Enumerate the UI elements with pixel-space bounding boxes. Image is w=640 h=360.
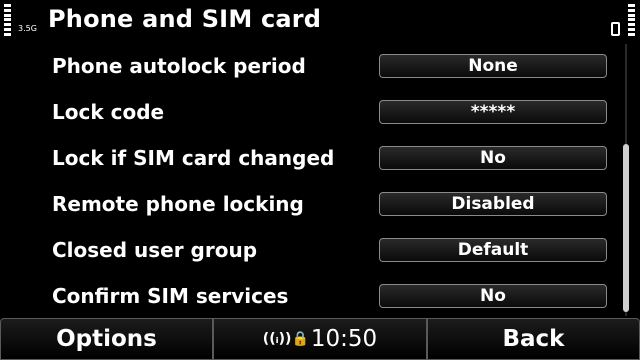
setting-row-lock-code[interactable]: Lock code *****	[0, 90, 618, 136]
back-softkey[interactable]: Back	[427, 318, 640, 360]
keypad-lock-icon	[611, 22, 620, 36]
setting-row-remote-locking[interactable]: Remote phone locking Disabled	[0, 182, 618, 228]
page-title: Phone and SIM card	[48, 5, 322, 33]
setting-label: Confirm SIM services	[52, 284, 289, 308]
battery-icon	[628, 4, 636, 36]
connection-lock-icons: ((ᵢ))🔒	[262, 331, 309, 347]
setting-row-closed-user-group[interactable]: Closed user group Default	[0, 228, 618, 274]
setting-label: Closed user group	[52, 238, 258, 262]
clock-area: ((ᵢ))🔒 10:50	[213, 318, 427, 360]
setting-value-field[interactable]: Disabled	[379, 192, 607, 216]
network-type-label: 3.5G	[18, 24, 37, 33]
title-bar: 3.5G Phone and SIM card	[0, 0, 640, 44]
setting-label: Phone autolock period	[52, 54, 306, 78]
setting-value-field[interactable]: *****	[379, 100, 607, 124]
setting-value-field[interactable]: No	[379, 146, 607, 170]
setting-value-field[interactable]: Default	[379, 238, 607, 262]
signal-strength-icon	[4, 4, 12, 36]
clock-time: 10:50	[310, 326, 378, 352]
setting-label: Lock code	[52, 100, 165, 124]
options-softkey[interactable]: Options	[0, 318, 213, 360]
setting-value-field[interactable]: None	[379, 54, 607, 78]
setting-row-confirm-sim[interactable]: Confirm SIM services No	[0, 274, 618, 320]
softkey-bar: Options ((ᵢ))🔒 10:50 Back	[0, 318, 640, 360]
scroll-thumb[interactable]	[623, 144, 629, 312]
setting-label: Remote phone locking	[52, 192, 304, 216]
setting-label: Lock if SIM card changed	[52, 146, 335, 170]
setting-value-field[interactable]: No	[379, 284, 607, 308]
scrollbar[interactable]	[622, 44, 630, 316]
setting-row-sim-changed[interactable]: Lock if SIM card changed No	[0, 136, 618, 182]
setting-row-autolock[interactable]: Phone autolock period None	[0, 44, 618, 90]
settings-list: Phone autolock period None Lock code ***…	[0, 44, 618, 316]
